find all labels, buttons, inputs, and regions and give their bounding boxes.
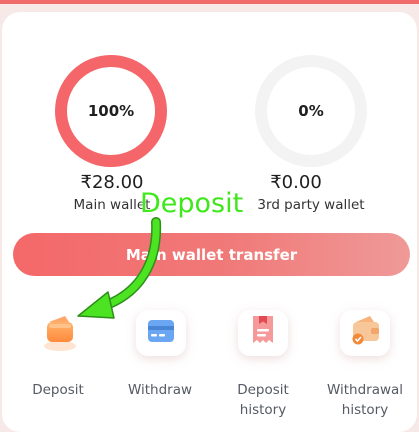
third-party-wallet-label: 3rd party wallet [257,197,365,213]
main-wallet-transfer-button[interactable]: Main wallet transfer [13,233,410,276]
deposit-label: Deposit [32,382,84,398]
card-icon [136,310,186,356]
wallet-card: 100% 0% ₹28.00 ₹0.00 Main wallet 3rd par… [2,12,417,432]
deposit-history-label: Deposit history [237,382,289,418]
third-party-wallet-percent: 0% [298,102,324,120]
wallet-check-icon [340,310,390,356]
third-party-wallet-progress-ring: 0% [255,55,367,167]
top-accent-strip [0,0,419,4]
main-wallet-progress-ring: 100% [55,55,167,167]
receipt-icon [238,310,288,356]
main-wallet-percent: 100% [87,102,135,120]
withdraw-label: Withdraw [127,382,193,398]
wallet-icon [35,310,85,356]
annotation-text: Deposit [140,188,244,219]
withdrawal-history-label: Withdrawal history [326,382,404,418]
